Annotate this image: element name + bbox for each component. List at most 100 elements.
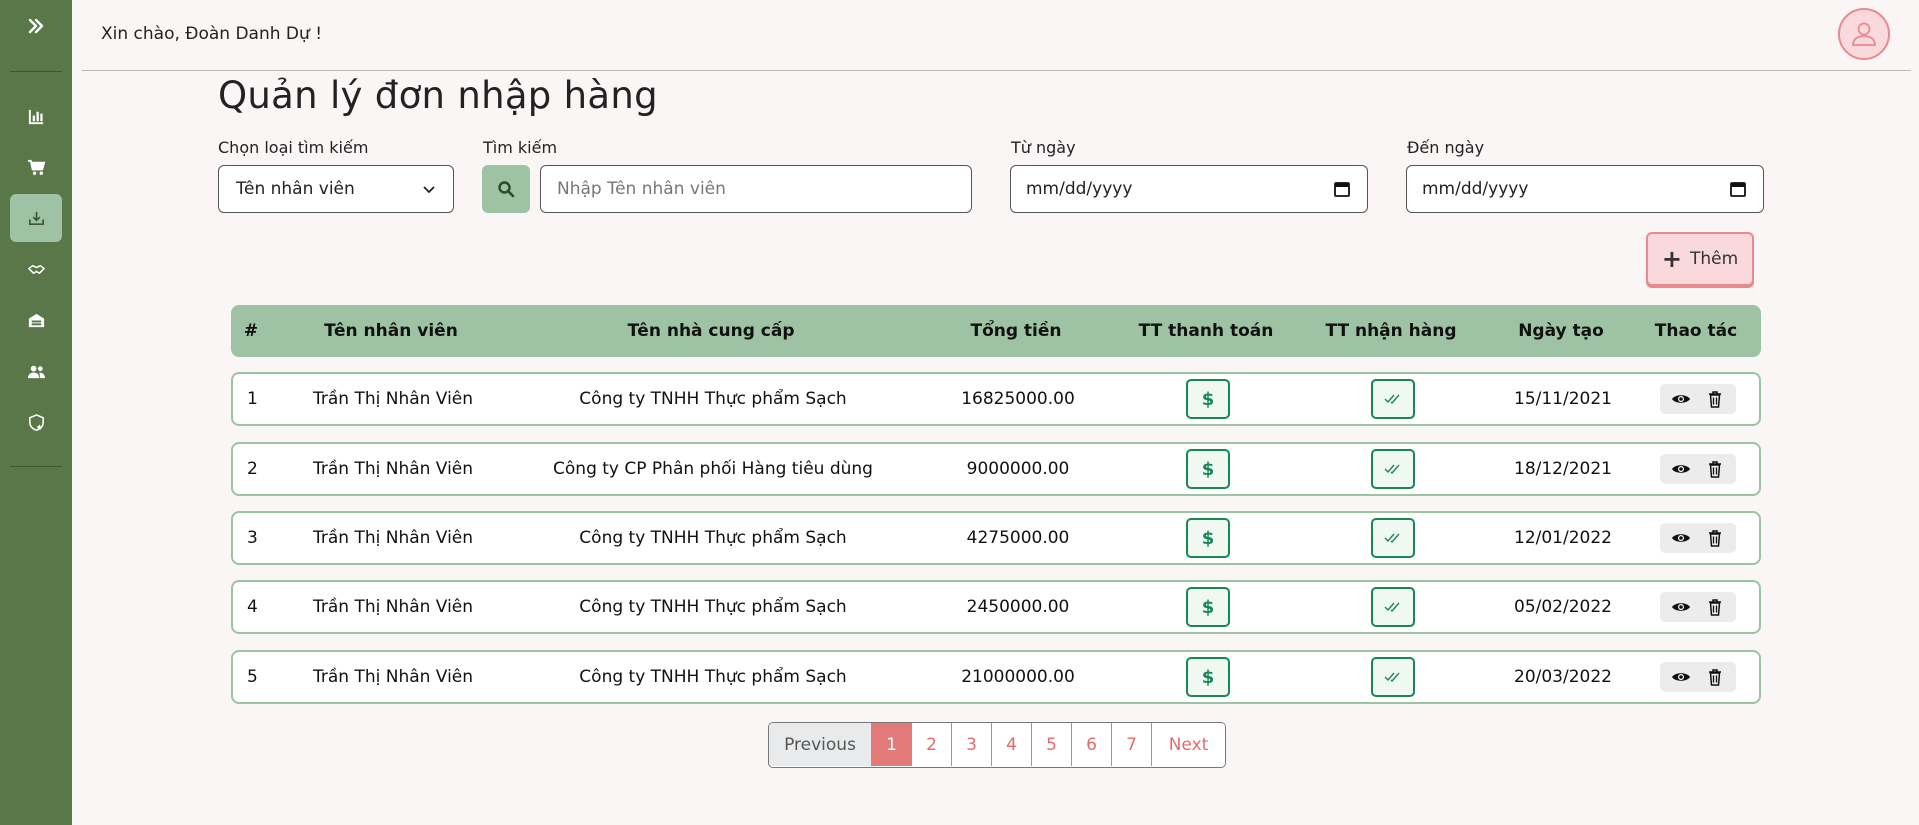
pagination-page-1[interactable]: 1 <box>871 723 911 766</box>
column-header-created-date: Ngày tạo <box>1518 321 1604 341</box>
sidebar-item-statistics[interactable] <box>10 92 62 140</box>
warehouse-icon <box>28 313 44 327</box>
users-icon <box>27 365 45 378</box>
row-supplier: Công ty TNHH Thực phẩm Sạch <box>579 528 847 548</box>
row-created-date: 20/03/2022 <box>1514 667 1612 687</box>
column-header-employee: Tên nhân viên <box>324 321 458 341</box>
payment-status-button[interactable]: $ <box>1186 518 1230 558</box>
column-header-actions: Thao tác <box>1654 321 1738 341</box>
sidebar-item-orders[interactable] <box>10 143 62 191</box>
view-icon[interactable] <box>1664 592 1698 622</box>
table-row: 3 Trần Thị Nhân Viên Công ty TNHH Thực phẩ… <box>231 511 1761 565</box>
sidebar-item-roles[interactable] <box>10 398 62 446</box>
dollar-icon: $ <box>1201 458 1215 480</box>
pagination-previous[interactable]: Previous <box>769 723 871 766</box>
view-icon[interactable] <box>1664 523 1698 553</box>
column-header-receive-status: TT nhận hàng <box>1325 321 1457 341</box>
trash-icon[interactable] <box>1698 662 1732 692</box>
trash-icon[interactable] <box>1698 523 1732 553</box>
receive-status-button[interactable] <box>1371 657 1415 697</box>
receive-status-button[interactable] <box>1371 449 1415 489</box>
double-check-icon <box>1384 597 1402 618</box>
payment-status-button[interactable]: $ <box>1186 587 1230 627</box>
shield-star-icon <box>28 413 44 431</box>
search-type-select[interactable]: Tên nhân viên <box>218 165 454 213</box>
view-icon[interactable] <box>1664 662 1698 692</box>
row-created-date: 18/12/2021 <box>1514 459 1612 479</box>
row-actions <box>1660 523 1736 553</box>
expand-sidebar-icon[interactable] <box>0 10 72 42</box>
table-row: 1 Trần Thị Nhân Viên Công ty TNHH Thực phẩ… <box>231 372 1761 426</box>
row-total: 21000000.00 <box>961 667 1075 687</box>
sidebar-item-suppliers[interactable] <box>10 245 62 293</box>
chevron-down-icon <box>423 186 435 194</box>
calendar-icon[interactable] <box>1729 180 1747 198</box>
from-date-input[interactable]: mm/dd/yyyy <box>1010 165 1368 213</box>
row-total: 2450000.00 <box>966 597 1070 617</box>
search-type-value: Tên nhân viên <box>236 179 355 199</box>
row-actions <box>1660 592 1736 622</box>
calendar-icon[interactable] <box>1333 180 1351 198</box>
search-label: Tìm kiếm <box>483 138 558 157</box>
receive-status-button[interactable] <box>1371 379 1415 419</box>
plus-icon: + <box>1661 245 1682 273</box>
search-input[interactable] <box>540 165 972 213</box>
row-total: 9000000.00 <box>966 459 1070 479</box>
row-total: 4275000.00 <box>966 528 1070 548</box>
search-type-label: Chọn loại tìm kiếm <box>218 138 369 157</box>
double-check-icon <box>1384 389 1402 410</box>
trash-icon[interactable] <box>1698 592 1732 622</box>
sidebar-item-users[interactable] <box>10 347 62 395</box>
payment-status-button[interactable]: $ <box>1186 657 1230 697</box>
sidebar-item-import[interactable] <box>10 194 62 242</box>
column-header-supplier: Tên nhà cung cấp <box>627 321 795 341</box>
row-employee: Trần Thị Nhân Viên <box>312 667 474 687</box>
sidebar-divider <box>10 71 62 72</box>
pagination-page-2[interactable]: 2 <box>911 723 951 766</box>
payment-status-button[interactable]: $ <box>1186 449 1230 489</box>
cart-icon <box>27 159 45 175</box>
pagination-page-7[interactable]: 7 <box>1111 723 1151 766</box>
user-avatar[interactable] <box>1838 8 1890 60</box>
table-row: 5 Trần Thị Nhân Viên Công ty TNHH Thực phẩ… <box>231 650 1761 704</box>
row-employee: Trần Thị Nhân Viên <box>312 597 474 617</box>
receive-status-button[interactable] <box>1371 587 1415 627</box>
from-date-value: mm/dd/yyyy <box>1026 179 1133 199</box>
search-button[interactable] <box>482 165 530 213</box>
add-button[interactable]: + Thêm <box>1646 232 1754 286</box>
trash-icon[interactable] <box>1698 454 1732 484</box>
table-header: # Tên nhân viên Tên nhà cung cấp Tổng ti… <box>231 305 1761 357</box>
pagination-page-5[interactable]: 5 <box>1031 723 1071 766</box>
dollar-icon: $ <box>1201 596 1215 618</box>
trash-icon[interactable] <box>1698 384 1732 414</box>
row-created-date: 12/01/2022 <box>1514 528 1612 548</box>
pagination-page-3[interactable]: 3 <box>951 723 991 766</box>
pagination-page-4[interactable]: 4 <box>991 723 1031 766</box>
double-check-icon <box>1384 459 1402 480</box>
from-date-label: Từ ngày <box>1011 138 1076 157</box>
page-title: Quản lý đơn nhập hàng <box>218 74 658 117</box>
row-employee: Trần Thị Nhân Viên <box>312 528 474 548</box>
view-icon[interactable] <box>1664 454 1698 484</box>
to-date-input[interactable]: mm/dd/yyyy <box>1406 165 1764 213</box>
row-total: 16825000.00 <box>961 389 1075 409</box>
double-check-icon <box>1384 667 1402 688</box>
double-check-icon <box>1384 528 1402 549</box>
table-row: 2 Trần Thị Nhân Viên Công ty CP Phân phối … <box>231 442 1761 496</box>
import-icon <box>28 211 44 225</box>
payment-status-button[interactable]: $ <box>1186 379 1230 419</box>
pagination-next[interactable]: Next <box>1151 723 1225 766</box>
pagination-page-6[interactable]: 6 <box>1071 723 1111 766</box>
column-header-total: Tổng tiền <box>970 321 1062 341</box>
view-icon[interactable] <box>1664 384 1698 414</box>
row-actions <box>1660 454 1736 484</box>
row-employee: Trần Thị Nhân Viên <box>312 389 474 409</box>
row-supplier: Công ty TNHH Thực phẩm Sạch <box>579 597 847 617</box>
sidebar-item-warehouse[interactable] <box>10 296 62 344</box>
receive-status-button[interactable] <box>1371 518 1415 558</box>
dollar-icon: $ <box>1201 527 1215 549</box>
sidebar-divider <box>10 466 62 467</box>
bar-chart-icon <box>28 109 43 124</box>
header-divider <box>82 70 1911 71</box>
row-actions <box>1660 384 1736 414</box>
